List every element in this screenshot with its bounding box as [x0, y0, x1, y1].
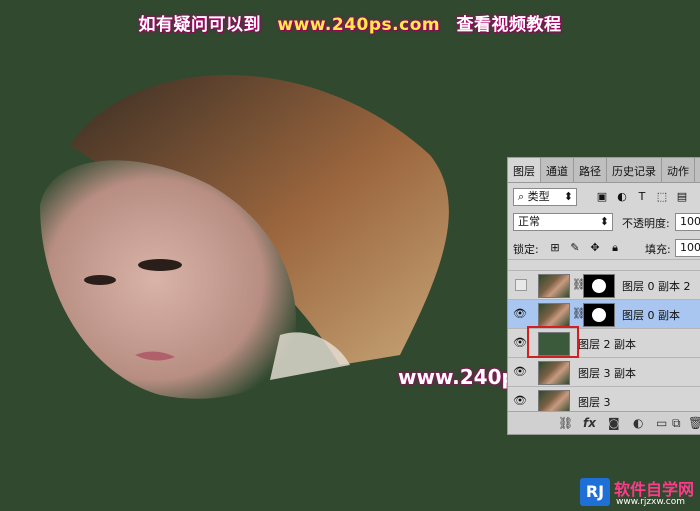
banner-right-text: 查看视频教程: [456, 15, 562, 35]
opacity-input[interactable]: 100%: [675, 213, 700, 231]
filter-row: ⌕ 类型 ⬍ ▣ ◐ T ⬚ ▤: [508, 183, 700, 209]
shape-filter-icon[interactable]: ⬚: [655, 190, 669, 204]
layer-name: 图层 0 副本 2: [622, 280, 691, 293]
fill-input[interactable]: 100%: [675, 239, 700, 257]
logo-url: www.rjzxw.com: [616, 497, 685, 507]
tab-history[interactable]: 历史记录: [607, 158, 662, 182]
layer-mask-thumbnail[interactable]: [583, 274, 615, 298]
tab-layers[interactable]: 图层: [508, 158, 541, 182]
new-layer-icon[interactable]: ⧉: [672, 416, 681, 431]
blend-row: 正常 ⬍ 不透明度: 100%: [508, 209, 700, 235]
adjustment-layer-icon[interactable]: ◐: [633, 416, 643, 430]
layer-row[interactable]: 👁︎ 图层 3 副本: [508, 357, 700, 386]
group-folder-icon[interactable]: ▭: [656, 416, 667, 430]
eye-icon[interactable]: 👁︎: [513, 394, 527, 408]
layers-panel: 图层 通道 路径 历史记录 动作 ⌕ 类型 ⬍ ▣ ◐ T ⬚ ▤ 正常 ⬍ 不…: [507, 157, 700, 435]
logo-badge: RJ: [580, 478, 610, 506]
lock-image-brush-icon[interactable]: ✎: [568, 241, 582, 255]
portrait-photo: [40, 75, 449, 399]
lock-transparent-icon[interactable]: ⊞: [548, 241, 562, 255]
layer-row-partial[interactable]: [508, 259, 700, 270]
blend-mode-select[interactable]: 正常 ⬍: [513, 213, 613, 231]
tab-channels[interactable]: 通道: [541, 158, 574, 182]
eye-icon[interactable]: 👁︎: [513, 365, 527, 379]
layer-name: 图层 3: [578, 396, 611, 409]
filter-kind-select[interactable]: ⌕ 类型 ⬍: [513, 188, 577, 206]
fx-icon[interactable]: fx: [583, 416, 596, 430]
dropdown-arrow-icon: ⬍: [563, 190, 573, 203]
eye-icon[interactable]: 👁︎: [513, 336, 527, 350]
link-layers-icon[interactable]: ⛓: [558, 416, 573, 430]
lock-row: 锁定: ⊞ ✎ ✥ 🔒︎ 填充: 100%: [508, 235, 700, 261]
add-mask-icon[interactable]: ◙: [608, 416, 620, 430]
panel-tabs: 图层 通道 路径 历史记录 动作: [508, 158, 700, 183]
smart-object-filter-icon[interactable]: ▤: [675, 190, 689, 204]
lock-all-icon[interactable]: 🔒︎: [608, 241, 622, 255]
filter-kind-value: 类型: [527, 190, 550, 203]
layer-mask-thumbnail[interactable]: [583, 303, 615, 327]
lock-position-move-icon[interactable]: ✥: [588, 241, 602, 255]
opacity-label: 不透明度:: [622, 217, 670, 230]
eye-icon[interactable]: 👁︎: [513, 307, 527, 321]
pixel-filter-icon[interactable]: ▣: [595, 190, 609, 204]
layer-name: 图层 2 副本: [578, 338, 636, 351]
layer-row[interactable]: ⛓ 图层 0 副本 2: [508, 270, 700, 299]
search-icon: ⌕: [518, 190, 525, 203]
layer-name: 图层 3 副本: [578, 367, 636, 380]
blend-mode-value: 正常: [518, 215, 540, 228]
banner-url[interactable]: www.240ps.com: [277, 15, 440, 35]
layer-name: 图层 0 副本: [622, 309, 680, 322]
tutorial-banner: 如有疑问可以到 www.240ps.com 查看视频教程: [0, 10, 700, 35]
fill-label: 填充:: [645, 243, 671, 256]
site-logo: RJ 软件自学网 www.rjzxw.com: [580, 476, 700, 511]
adjustment-filter-icon[interactable]: ◐: [615, 190, 629, 204]
trash-icon[interactable]: 🗑︎: [688, 416, 700, 430]
layer-thumbnail: [538, 361, 570, 385]
dropdown-arrow-icon: ⬍: [599, 215, 609, 228]
layer-thumbnail: [538, 274, 570, 298]
red-highlight-box: [527, 326, 579, 358]
lock-label: 锁定:: [513, 243, 539, 256]
type-filter-icon[interactable]: T: [635, 190, 649, 204]
tab-paths[interactable]: 路径: [574, 158, 607, 182]
banner-left-text: 如有疑问可以到: [138, 15, 261, 35]
visibility-toggle[interactable]: [515, 279, 527, 291]
tab-actions[interactable]: 动作: [662, 158, 695, 182]
layer-thumbnail: [538, 303, 570, 327]
layer-row-selected[interactable]: 👁︎ ⛓ 图层 0 副本: [508, 299, 700, 328]
panel-footer: ⛓ fx ◙ ◐ ▭ ⧉ 🗑︎: [508, 411, 700, 434]
